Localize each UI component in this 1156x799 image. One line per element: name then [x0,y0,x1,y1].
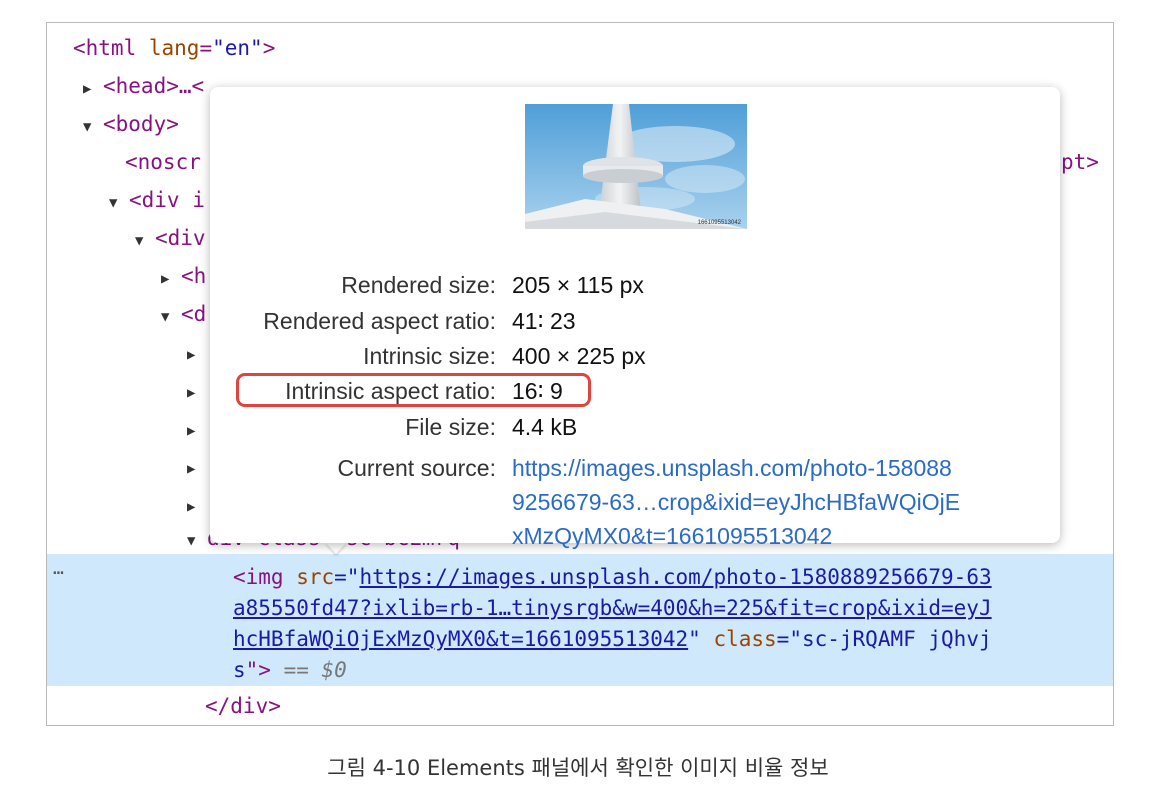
collapse-triangle-icon[interactable]: ▼ [135,222,155,260]
src-attr: src [296,565,335,589]
div-node[interactable]: ▼ <div [135,219,206,257]
noscript-tag-end: pt> [1061,150,1099,174]
body-tag: <body> [103,112,179,136]
img-node-line-4[interactable]: s"> == $0 [233,654,347,686]
html-tag: <html [73,36,137,60]
d-node[interactable]: ▼ <d [161,295,206,333]
div-close-tag[interactable]: </div> [205,687,281,725]
image-info-tooltip: 1661095513042 Rendered size: 205 × 115 p… [210,87,1060,549]
noscript-tag: <noscr [125,150,201,174]
src-link[interactable]: https://images.unsplash.com/photo-158088… [359,565,991,589]
elements-panel: <html lang="en"> ▶ <head>…< ▼ <body> <nosc… [46,22,1114,726]
expand-triangle-icon[interactable]: ▶ [187,374,207,412]
div-tag: <div [155,226,206,250]
src-link[interactable]: a85550fd47?ixlib=rb-1…tinysrgb&w=400&h=2… [233,596,992,620]
rendered-size-row: Rendered size: 205 × 115 px [341,272,644,298]
class-attr: class [713,627,777,651]
more-icon[interactable]: … [53,558,64,579]
h-node[interactable]: ▶ <h [161,257,206,295]
figure-caption: 그림 4-10 Elements 패널에서 확인한 이미지 비율 정보 [327,756,829,780]
rendered-aspect-ratio-row: Rendered aspect ratio: 41∶ 23 [263,308,576,334]
collapse-triangle-icon[interactable]: ▼ [161,298,181,336]
img-node-line-2[interactable]: a85550fd47?ixlib=rb-1…tinysrgb&w=400&h=2… [233,592,992,624]
expand-triangle-icon[interactable]: ▶ [187,412,207,450]
img-node-line-1[interactable]: <img src="https://images.unsplash.com/ph… [233,561,992,593]
lang-value: "en" [212,36,263,60]
body-node[interactable]: ▼ <body> [83,105,179,143]
thumbnail-watermark: 1661095513042 [697,220,741,226]
expand-triangle-icon[interactable]: ▶ [187,450,207,488]
div-root-node[interactable]: ▼ <div i [109,181,205,219]
intrinsic-ratio-highlight [236,373,591,407]
collapse-triangle-icon[interactable]: ▼ [109,184,129,222]
html-tag-line[interactable]: <html lang="en"> [73,29,275,67]
file-size-row: File size: 4.4 kB [405,414,578,440]
head-tag: <head>…< [103,74,205,98]
class-value: sc-jRQAMF jQhvj [801,627,992,651]
collapse-triangle-icon[interactable]: ▼ [83,108,103,146]
h-tag: <h [181,264,207,288]
image-thumbnail: 1661095513042 [525,104,747,229]
console-ref: == $0 [270,658,347,682]
expand-triangle-icon[interactable]: ▶ [187,336,207,374]
noscript-node[interactable]: <noscr [125,143,201,181]
src-link[interactable]: hcHBfaWQiOjExMzQyMX0&t=1661095513042 [233,627,688,651]
current-source-link[interactable]: https://images.unsplash.com/photo-158088… [512,451,1052,553]
head-node[interactable]: ▶ <head>…< [83,67,204,105]
expand-triangle-icon[interactable]: ▶ [83,70,103,108]
expand-triangle-icon[interactable]: ▶ [161,260,181,298]
d-tag: <d [181,302,207,326]
img-node-line-3[interactable]: hcHBfaWQiOjExMzQyMX0&t=1661095513042" cl… [233,623,992,655]
div-tag: <div i [129,188,205,212]
img-tag: <img [233,565,297,589]
lang-attr: lang [148,36,200,60]
intrinsic-size-row: Intrinsic size: 400 × 225 px [363,343,646,369]
tag-close: > [262,36,276,60]
tooltip-pointer [325,542,347,554]
